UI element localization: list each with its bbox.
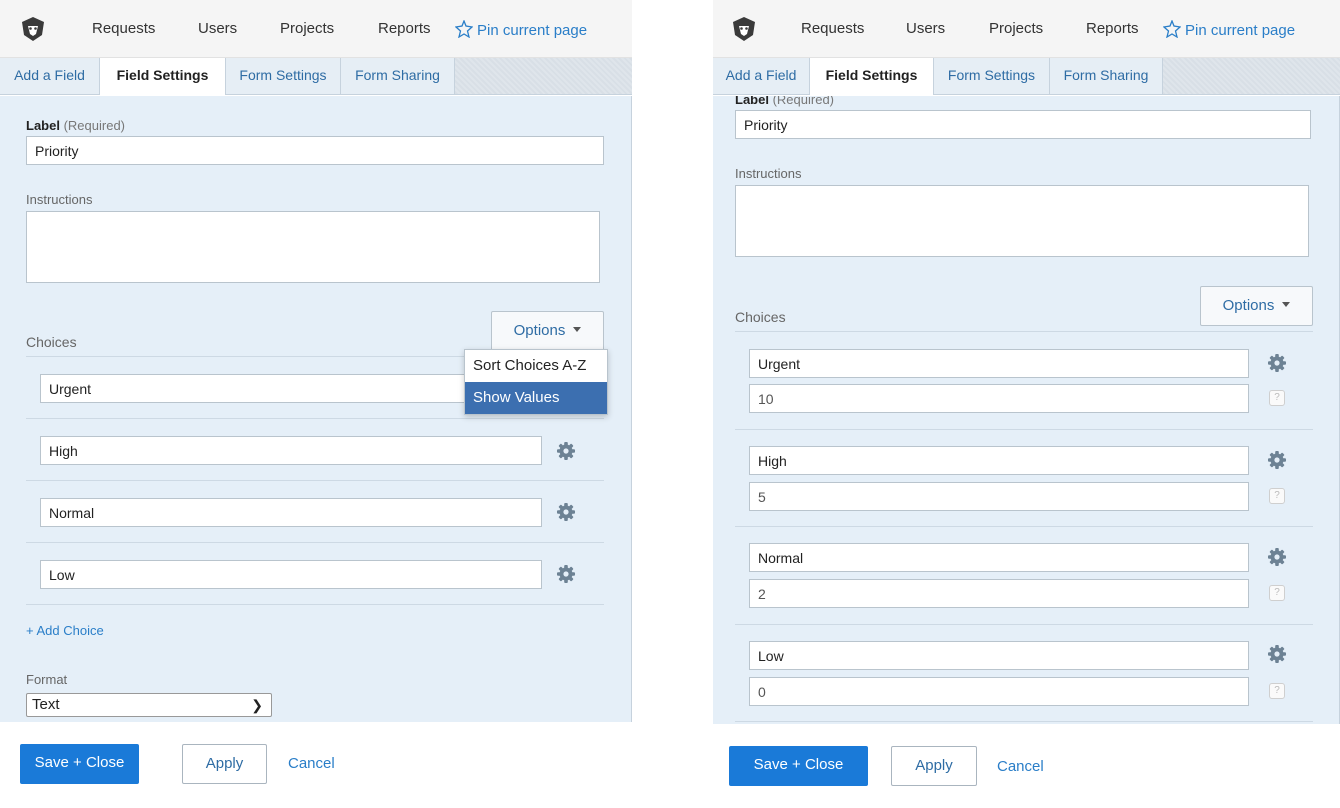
instructions-title: Instructions — [735, 166, 802, 181]
tab-form-settings[interactable]: Form Settings — [226, 58, 341, 94]
tab-add-a-field[interactable]: Add a Field — [0, 58, 100, 94]
help-icon[interactable]: ? — [1269, 390, 1285, 406]
tab-field-settings[interactable]: Field Settings — [810, 58, 934, 95]
divider — [26, 480, 604, 481]
pin-current-page-link[interactable]: Pin current page — [1162, 19, 1296, 39]
top-navigation: Requests Users Projects Reports Pin curr… — [713, 0, 1340, 58]
nav-users[interactable]: Users — [906, 20, 945, 37]
nav-requests[interactable]: Requests — [92, 20, 155, 37]
help-icon[interactable]: ? — [1269, 585, 1285, 601]
gear-icon[interactable] — [556, 441, 576, 461]
cancel-link[interactable]: Cancel — [997, 758, 1044, 775]
nav-requests[interactable]: Requests — [801, 20, 864, 37]
nav-projects[interactable]: Projects — [989, 20, 1043, 37]
choice-value-input-normal[interactable]: 2 — [749, 579, 1249, 608]
gear-icon[interactable] — [1267, 450, 1287, 470]
caret-down-icon — [1282, 302, 1291, 307]
choice-value-input-urgent[interactable]: 10 — [749, 384, 1249, 413]
gear-icon[interactable] — [556, 564, 576, 584]
choice-input-low[interactable]: Low — [749, 641, 1249, 670]
label-field-title: Label (Required) — [735, 96, 835, 107]
choices-title: Choices — [735, 309, 786, 325]
choice-value-input-high[interactable]: 5 — [749, 482, 1249, 511]
divider — [735, 624, 1313, 625]
tab-field-settings[interactable]: Field Settings — [100, 58, 226, 95]
divider — [735, 429, 1313, 430]
divider — [26, 604, 604, 605]
apply-button[interactable]: Apply — [182, 744, 267, 784]
gear-icon[interactable] — [1267, 547, 1287, 567]
options-button[interactable]: Options — [491, 311, 604, 351]
divider — [26, 542, 604, 543]
label-input[interactable]: Priority — [735, 110, 1311, 139]
options-button[interactable]: Options — [1200, 286, 1313, 326]
help-icon[interactable]: ? — [1269, 683, 1285, 699]
format-title: Format — [26, 672, 68, 687]
format-select[interactable]: Text ❯ — [26, 693, 272, 717]
label-input[interactable]: Priority — [26, 136, 604, 165]
pin-current-page-link[interactable]: Pin current page — [454, 19, 588, 39]
gear-icon[interactable] — [1267, 353, 1287, 373]
field-settings-content: Label (Required) Priority Instructions O… — [713, 96, 1340, 724]
field-settings-content: Label (Required) Priority Instructions O… — [0, 96, 632, 722]
instructions-title: Instructions — [26, 192, 93, 207]
caret-down-icon — [573, 327, 582, 332]
choice-input-urgent[interactable]: Urgent — [749, 349, 1249, 378]
apply-button[interactable]: Apply — [891, 746, 977, 786]
divider — [26, 418, 604, 419]
divider — [735, 526, 1313, 527]
tab-form-settings[interactable]: Form Settings — [934, 58, 1050, 94]
choice-input-normal[interactable]: Normal — [749, 543, 1249, 572]
divider — [735, 331, 1313, 332]
pin-label: Pin current page — [1185, 22, 1296, 39]
instructions-textarea[interactable] — [735, 185, 1309, 257]
tab-add-a-field[interactable]: Add a Field — [713, 58, 810, 94]
menu-item-sort-choices[interactable]: Sort Choices A-Z — [465, 350, 607, 382]
divider — [735, 721, 1313, 722]
choice-input-urgent[interactable]: Urgent — [40, 374, 465, 403]
save-close-button[interactable]: Save + Close — [729, 746, 868, 786]
field-settings-panel-left: Requests Users Projects Reports Pin curr… — [0, 0, 632, 808]
settings-tabs: Add a Field Field Settings Form Settings… — [0, 58, 632, 95]
choice-input-high[interactable]: High — [40, 436, 542, 465]
instructions-textarea[interactable] — [26, 211, 600, 283]
save-close-button[interactable]: Save + Close — [20, 744, 139, 784]
nav-reports[interactable]: Reports — [1086, 20, 1139, 37]
chevron-down-icon: ❯ — [251, 697, 263, 713]
settings-tabs: Add a Field Field Settings Form Settings… — [713, 58, 1340, 95]
tab-form-sharing[interactable]: Form Sharing — [1050, 58, 1163, 94]
nav-projects[interactable]: Projects — [280, 20, 334, 37]
menu-item-show-values[interactable]: Show Values — [465, 382, 607, 414]
tab-form-sharing[interactable]: Form Sharing — [341, 58, 455, 94]
choices-title: Choices — [26, 334, 77, 350]
top-navigation: Requests Users Projects Reports Pin curr… — [0, 0, 632, 58]
lion-logo-icon[interactable] — [20, 16, 46, 42]
choice-value-input-low[interactable]: 0 — [749, 677, 1249, 706]
field-settings-panel-right: Requests Users Projects Reports Pin curr… — [713, 0, 1340, 808]
gear-icon[interactable] — [556, 502, 576, 522]
pin-label: Pin current page — [477, 22, 588, 39]
label-field-title: Label (Required) — [26, 118, 126, 133]
pin-icon — [1162, 19, 1182, 39]
choice-input-normal[interactable]: Normal — [40, 498, 542, 527]
cancel-link[interactable]: Cancel — [288, 755, 335, 772]
gear-icon[interactable] — [1267, 644, 1287, 664]
add-choice-link[interactable]: + Add Choice — [26, 623, 104, 638]
choice-input-low[interactable]: Low — [40, 560, 542, 589]
pin-icon — [454, 19, 474, 39]
nav-reports[interactable]: Reports — [378, 20, 431, 37]
choice-input-high[interactable]: High — [749, 446, 1249, 475]
help-icon[interactable]: ? — [1269, 488, 1285, 504]
options-dropdown-menu: Sort Choices A-Z Show Values — [464, 349, 608, 415]
lion-logo-icon[interactable] — [731, 16, 757, 42]
nav-users[interactable]: Users — [198, 20, 237, 37]
